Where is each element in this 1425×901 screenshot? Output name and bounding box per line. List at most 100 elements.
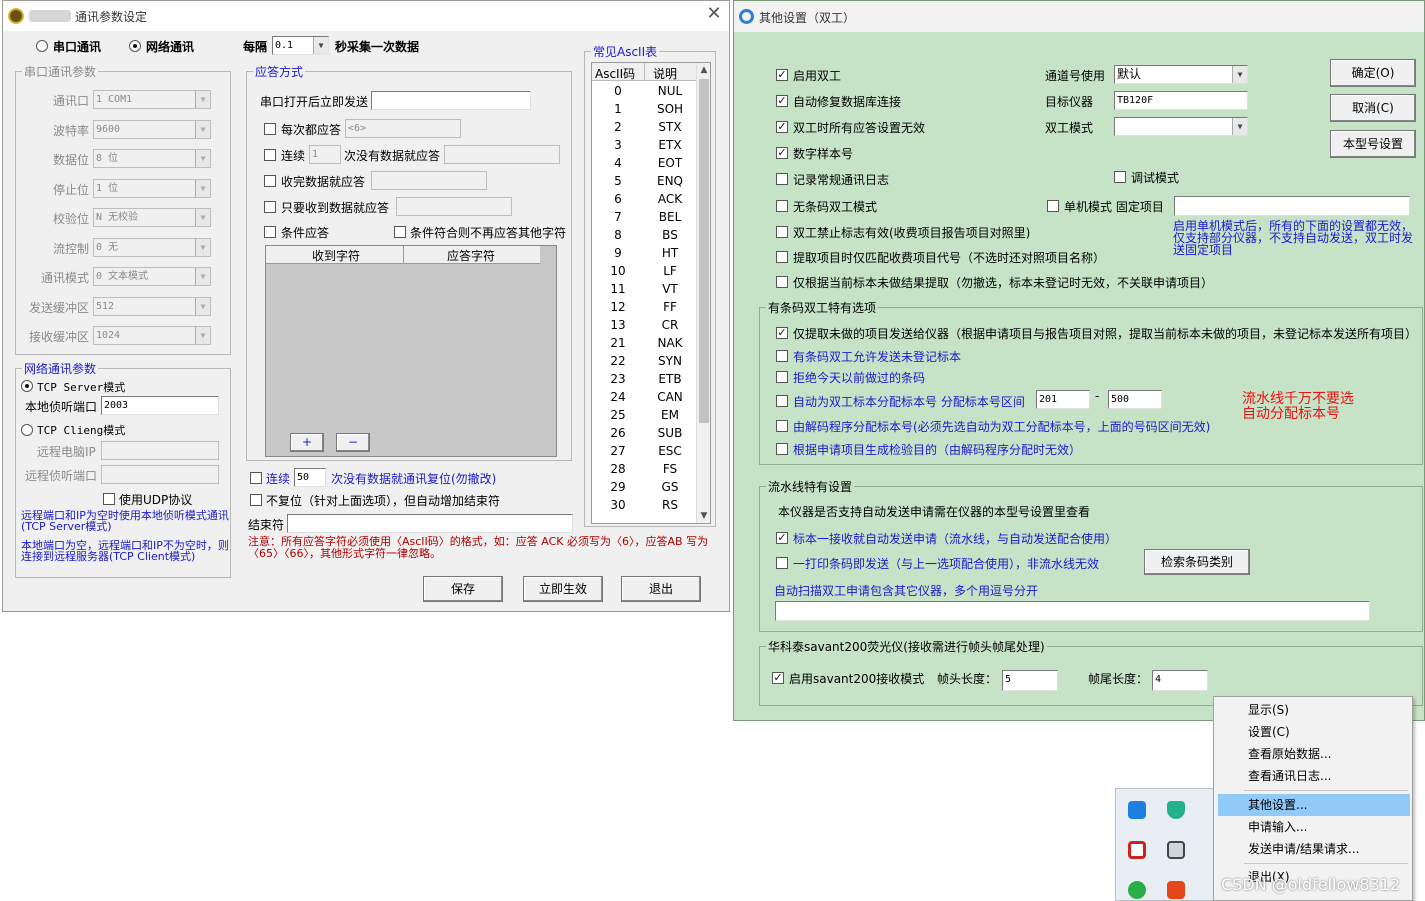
interval-select[interactable]: 0.1 ▼: [272, 36, 329, 55]
network-radio[interactable]: [129, 40, 141, 52]
chevron-down-icon[interactable]: ▼: [195, 179, 210, 197]
chevron-down-icon[interactable]: ▼: [1232, 118, 1247, 135]
apply-now-button[interactable]: 立即生效: [523, 576, 603, 602]
ascii-row[interactable]: 11 VT: [592, 280, 696, 298]
tcp-client-radio[interactable]: [21, 424, 33, 436]
menu-item[interactable]: 发送申请/结果请求...: [1218, 838, 1410, 860]
ascii-row[interactable]: 29 GS: [592, 478, 696, 496]
only-recv-checkbox[interactable]: [264, 201, 276, 213]
only-recv-input[interactable]: [396, 197, 512, 216]
menu-item[interactable]: 设置(C): [1218, 721, 1410, 743]
wechat-icon[interactable]: [1128, 881, 1146, 899]
extract-unmarked-checkbox[interactable]: [776, 276, 788, 288]
recv-done-input[interactable]: [371, 171, 487, 190]
ascii-row[interactable]: 1 SOH: [592, 100, 696, 118]
savant-enable-checkbox[interactable]: ✓: [772, 672, 784, 684]
every-response-input[interactable]: <6>: [345, 119, 461, 138]
serial-radio[interactable]: [36, 40, 48, 52]
menu-item[interactable]: 查看通讯日志...: [1218, 765, 1410, 787]
debug-mode-checkbox[interactable]: [1114, 171, 1126, 183]
tcp-server-radio[interactable]: [21, 380, 33, 392]
ascii-row[interactable]: 12 FF: [592, 298, 696, 316]
bc-gen-purpose-checkbox[interactable]: [776, 443, 788, 455]
end-char-input[interactable]: [287, 514, 573, 533]
scan-input[interactable]: [775, 601, 1370, 621]
serial-param-select[interactable]: 1 位 ▼: [93, 178, 211, 198]
single-mode-checkbox[interactable]: [1047, 200, 1059, 212]
serial-param-select[interactable]: 1 COM1 ▼: [93, 90, 211, 109]
close-icon[interactable]: ✕: [703, 4, 725, 26]
pl-print-send-checkbox[interactable]: [776, 557, 788, 569]
serial-param-select[interactable]: 9600 ▼: [93, 119, 211, 139]
serial-param-select[interactable]: N 无校验 ▼: [93, 208, 211, 227]
extract-code-checkbox[interactable]: [776, 251, 788, 263]
tail-length-input[interactable]: 4: [1152, 670, 1208, 691]
ascii-row[interactable]: 22 SYN: [592, 352, 696, 370]
pl-auto-send-checkbox[interactable]: ✓: [776, 532, 788, 544]
ascii-row[interactable]: 27 ESC: [592, 442, 696, 460]
local-port-input[interactable]: 2003: [101, 396, 219, 415]
range-to-input[interactable]: 500: [1108, 390, 1162, 409]
app-red-icon[interactable]: [1167, 881, 1185, 899]
fixed-item-input[interactable]: [1174, 196, 1410, 216]
ascii-row[interactable]: 26 SUB: [592, 424, 696, 442]
ascii-table[interactable]: AscII码 说明 0 NUL 1 SOH 2 STX 3 ETX 4 EOT 5 ENQ 6 ACK 7 B…: [591, 62, 711, 524]
consecutive-response-input[interactable]: [444, 145, 560, 164]
bc-allow-unregistered-checkbox[interactable]: [776, 350, 788, 362]
scroll-up-icon[interactable]: ▲: [697, 63, 710, 77]
ascii-row[interactable]: 7 BEL: [592, 208, 696, 226]
chevron-down-icon[interactable]: ▼: [195, 120, 210, 138]
menu-item[interactable]: 申请输入...: [1218, 816, 1410, 838]
cancel-button[interactable]: 取消(C): [1330, 94, 1416, 122]
send-on-open-input[interactable]: [371, 91, 531, 110]
forbid-flag-checkbox[interactable]: [776, 226, 788, 238]
udp-checkbox[interactable]: [103, 493, 115, 505]
device-icon[interactable]: [1167, 841, 1185, 859]
menu-item-highlighted[interactable]: 其他设置...: [1218, 794, 1410, 816]
ascii-row[interactable]: 24 CAN: [592, 388, 696, 406]
ascii-scrollbar[interactable]: ▲ ▼: [696, 63, 710, 523]
ascii-row[interactable]: 28 FS: [592, 460, 696, 478]
remote-port-input[interactable]: [101, 465, 219, 484]
model-settings-button[interactable]: 本型号设置: [1330, 130, 1416, 158]
save-button[interactable]: 保存: [423, 576, 503, 602]
ascii-row[interactable]: 6 ACK: [592, 190, 696, 208]
cond-stop-checkbox[interactable]: [394, 226, 406, 238]
scroll-thumb[interactable]: [699, 79, 709, 423]
remote-ip-input[interactable]: [101, 441, 219, 460]
search-barcode-type-button[interactable]: 检索条码类别: [1144, 549, 1250, 575]
every-response-checkbox[interactable]: [264, 123, 276, 135]
recv-done-checkbox[interactable]: [264, 175, 276, 187]
reset-count-input[interactable]: 50: [294, 468, 326, 487]
ascii-row[interactable]: 23 ETB: [592, 370, 696, 388]
ascii-row[interactable]: 8 BS: [592, 226, 696, 244]
shield-icon[interactable]: [1167, 801, 1185, 819]
serial-param-select[interactable]: 1024 ▼: [93, 326, 211, 345]
bc-only-unfinished-checkbox[interactable]: ✓: [776, 327, 788, 339]
menu-item[interactable]: 查看原始数据...: [1218, 743, 1410, 765]
ascii-row[interactable]: 10 LF: [592, 262, 696, 280]
add-row-button[interactable]: +: [290, 433, 324, 452]
chevron-down-icon[interactable]: ▼: [195, 268, 210, 285]
ascii-row[interactable]: 4 EOT: [592, 154, 696, 172]
exit-button[interactable]: 退出: [621, 576, 701, 602]
menu-item[interactable]: 显示(S): [1218, 699, 1410, 721]
security-icon[interactable]: [1128, 841, 1146, 859]
ascii-row[interactable]: 3 ETX: [592, 136, 696, 154]
all-resp-invalid-checkbox[interactable]: ✓: [776, 121, 788, 133]
scroll-down-icon[interactable]: ▼: [697, 509, 710, 523]
duplex-mode-select[interactable]: ▼: [1114, 117, 1248, 136]
ascii-row[interactable]: 13 CR: [592, 316, 696, 334]
chevron-down-icon[interactable]: ▼: [195, 91, 210, 108]
chevron-down-icon[interactable]: ▼: [195, 297, 210, 315]
ascii-row[interactable]: 9 HT: [592, 244, 696, 262]
no-barcode-checkbox[interactable]: [776, 200, 788, 212]
tray-app-icon[interactable]: [1128, 801, 1146, 819]
target-input[interactable]: TB120F: [1114, 91, 1248, 110]
serial-param-select[interactable]: 512 ▼: [93, 296, 211, 316]
delete-row-button[interactable]: −: [336, 433, 370, 452]
ascii-row[interactable]: 2 STX: [592, 118, 696, 136]
serial-param-select[interactable]: 0 文本模式 ▼: [93, 267, 211, 286]
channel-select[interactable]: 默认 ▼: [1114, 65, 1248, 84]
ascii-row[interactable]: 25 EM: [592, 406, 696, 424]
